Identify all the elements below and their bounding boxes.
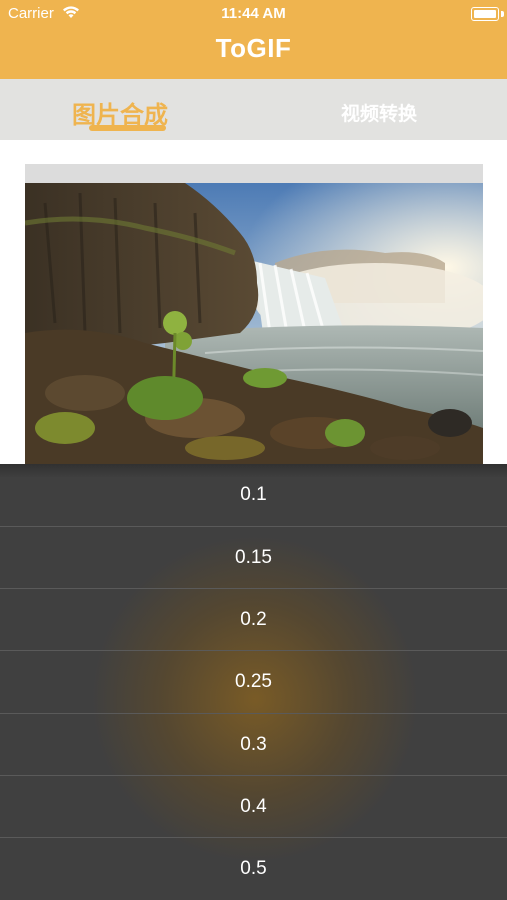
picker-option[interactable]: 0.5 [0, 838, 507, 900]
waterfall-photo [25, 183, 483, 464]
picker-option[interactable]: 0.15 [0, 527, 507, 589]
picker-option[interactable]: 0.2 [0, 589, 507, 651]
battery-icon [471, 7, 499, 21]
active-tab-indicator [89, 125, 166, 131]
picker-option[interactable]: 0.25 [0, 651, 507, 713]
navigation-header: Carrier 11:44 AM ToGIF [0, 0, 507, 79]
tab-video-convert[interactable]: 视频转换 [341, 99, 417, 126]
picker-option[interactable]: 0.4 [0, 776, 507, 838]
clock: 11:44 AM [221, 5, 286, 22]
picker-option[interactable]: 0.1 [0, 464, 507, 526]
segmented-tab-bar: 图片合成 视频转换 [0, 79, 507, 140]
duration-picker-sheet: 0.1 0.15 0.2 0.25 0.3 0.4 0.5 [0, 464, 507, 900]
status-bar: Carrier 11:44 AM [0, 0, 507, 28]
battery-tip [501, 11, 504, 17]
image-preview-card[interactable] [25, 164, 483, 464]
picker-option[interactable]: 0.3 [0, 714, 507, 776]
app-title: ToGIF [215, 33, 292, 63]
